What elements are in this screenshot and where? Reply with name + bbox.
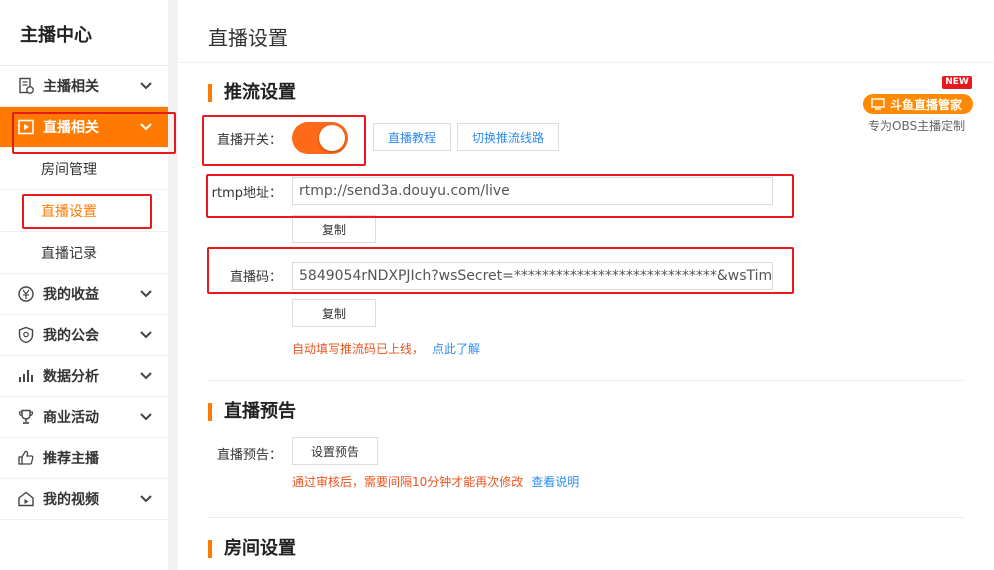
play-icon	[16, 117, 36, 137]
sidebar-title: 主播中心	[0, 0, 168, 66]
sidebar-item-earnings[interactable]: 我的收益	[0, 274, 168, 315]
thumbs-up-icon	[16, 448, 36, 468]
sidebar-item-guild[interactable]: 我的公会	[0, 315, 168, 356]
chevron-down-icon	[140, 331, 152, 339]
sidebar-subitem-room-manage[interactable]: 房间管理	[0, 148, 168, 190]
toggle-knob	[319, 125, 345, 151]
monitor-icon	[871, 98, 885, 110]
sidebar-item-label: 主播相关	[43, 79, 99, 95]
sidebar-subitem-live-settings[interactable]: 直播设置	[0, 190, 168, 232]
copy-code-button[interactable]: 复制	[292, 299, 376, 327]
copy-rtmp-button[interactable]: 复制	[292, 215, 376, 243]
set-preview-button[interactable]: 设置预告	[292, 437, 378, 465]
live-switch-toggle[interactable]	[292, 122, 348, 154]
sidebar-item-label: 我的公会	[43, 328, 99, 344]
sidebar-item-label: 数据分析	[43, 369, 99, 385]
yen-icon	[16, 284, 36, 304]
sidebar-item-recommend[interactable]: 推荐主播	[0, 438, 168, 479]
divider	[208, 517, 964, 518]
stream-code-input[interactable]: 5849054rNDXPJIch?wsSecret=**************…	[292, 262, 773, 290]
switch-label: 直播开关：	[216, 133, 282, 148]
sidebar-item-label: 我的视频	[43, 492, 99, 508]
auto-fill-note-text: 自动填写推流码已上线，	[292, 342, 425, 356]
sidebar-item-analytics[interactable]: 数据分析	[0, 356, 168, 397]
chevron-down-icon	[140, 123, 152, 131]
chevron-down-icon	[140, 372, 152, 380]
preview-label: 直播预告：	[216, 448, 282, 463]
main-panel: 直播设置 NEW 斗鱼直播管家 专为OBS主播定制 推流设置 直播开关： 直播教…	[178, 0, 994, 570]
sidebar-item-business[interactable]: 商业活动	[0, 397, 168, 438]
switch-line-button[interactable]: 切换推流线路	[457, 123, 559, 151]
sidebar-item-label: 直播相关	[43, 120, 99, 136]
auto-fill-note: 自动填写推流码已上线， 点此了解	[292, 340, 480, 357]
promo-manager-button[interactable]: 斗鱼直播管家	[863, 94, 973, 114]
page-title: 直播设置	[208, 26, 288, 50]
section-title-push: 推流设置	[208, 84, 296, 102]
sidebar-item-label: 商业活动	[43, 410, 99, 426]
video-icon	[16, 489, 36, 509]
trophy-icon	[16, 407, 36, 427]
sidebar-item-label: 我的收益	[43, 287, 99, 303]
auto-fill-link[interactable]: 点此了解	[432, 342, 480, 356]
preview-note: 通过审核后，需要间隔10分钟才能再次修改 查看说明	[292, 473, 579, 490]
sidebar-item-anchor[interactable]: 主播相关	[0, 66, 168, 107]
promo-title: 斗鱼直播管家	[890, 97, 963, 112]
sidebar: 主播中心 主播相关 直播相关 房间管理 直播设置 直播记录 我的收益 我的公会	[0, 0, 168, 570]
divider	[178, 62, 994, 63]
chevron-down-icon	[140, 82, 152, 90]
chevron-down-icon	[140, 413, 152, 421]
rtmp-address-input[interactable]: rtmp://send3a.douyu.com/live	[292, 177, 773, 205]
stream-code-label: 直播码：	[229, 270, 282, 285]
preview-help-link[interactable]: 查看说明	[531, 475, 579, 489]
bar-chart-icon	[16, 366, 36, 386]
section-title-preview: 直播预告	[208, 403, 296, 421]
sidebar-item-live[interactable]: 直播相关	[0, 107, 168, 148]
chevron-down-icon	[140, 495, 152, 503]
section-title-room: 房间设置	[208, 540, 296, 558]
chevron-down-icon	[140, 290, 152, 298]
promo-subtitle: 专为OBS主播定制	[868, 119, 966, 133]
tutorial-button[interactable]: 直播教程	[373, 123, 451, 151]
document-icon	[16, 76, 36, 96]
preview-note-text: 通过审核后，需要间隔10分钟才能再次修改	[292, 475, 524, 489]
new-badge: NEW	[942, 76, 972, 89]
sidebar-subitem-live-records[interactable]: 直播记录	[0, 232, 168, 274]
sidebar-item-videos[interactable]: 我的视频	[0, 479, 168, 520]
sidebar-item-label: 推荐主播	[43, 451, 99, 467]
shield-icon	[16, 325, 36, 345]
divider	[208, 380, 964, 381]
rtmp-label: rtmp地址：	[211, 186, 282, 201]
